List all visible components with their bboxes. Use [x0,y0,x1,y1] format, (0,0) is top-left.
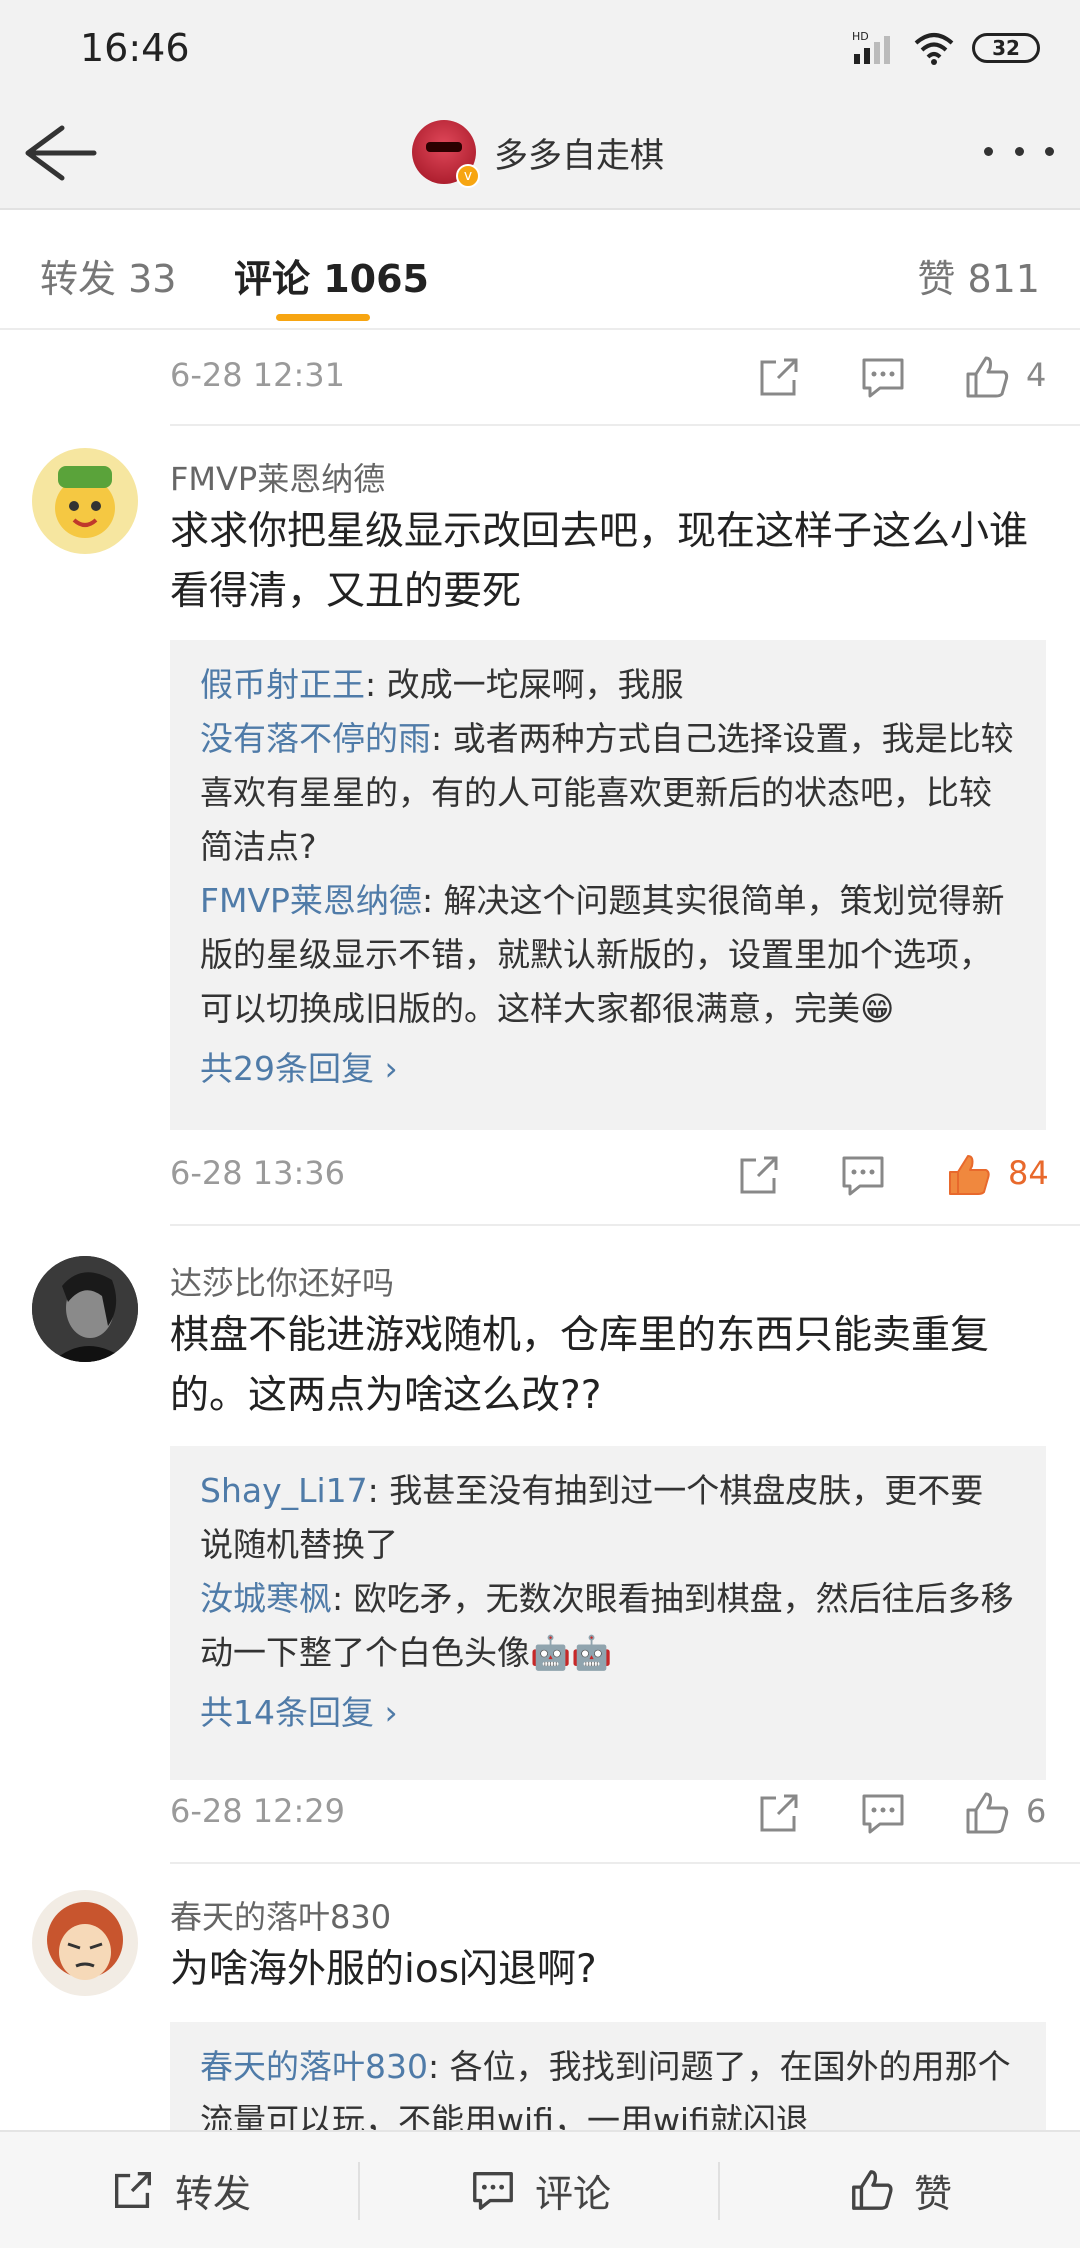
user-avatar[interactable] [32,1890,138,1996]
comment-date: 6-28 12:31 [170,356,346,394]
user-avatar[interactable] [32,1256,138,1362]
reply-item: 假币射正王: 改成一坨屎啊，我服 [200,658,1016,712]
reply-thread[interactable]: 春天的落叶830: 各位，我找到问题了，在国外的用那个流量可以玩，不能用wifi… [170,2022,1046,2130]
reply-thread[interactable]: 假币射正王: 改成一坨屎啊，我服 没有落不停的雨: 或者两种方式自己选择设置，我… [170,640,1046,1130]
status-bar: 16:46 HD 32 [0,0,1080,96]
reply-icon[interactable] [858,1788,908,1838]
comment-meta: 6-28 12:31 4 [0,332,1080,424]
repost-icon [114,2172,151,2208]
comment-label: 评论 [534,2171,611,2216]
comment-list[interactable]: 6-28 12:31 4 FMVP莱恩纳德 求求你把星级显示改回去吧，现在这样子… [0,332,1080,2130]
tab-bar: 转发 33 评论 1065 赞 811 [0,210,1080,330]
active-tab-indicator [276,314,370,321]
comment-text: 求求你把星级显示改回去吧，现在这样子这么小谁看得清，又丑的要死 [170,509,1029,614]
view-more-replies-link[interactable]: 共14条回复 › [200,1686,1016,1740]
reply-icon[interactable] [838,1150,888,1200]
repost-label: 转发 [174,2171,251,2216]
back-arrow-icon[interactable] [22,118,98,188]
reply-item: Shay_Li17: 我甚至没有抽到过一个棋盘皮肤，更不要说随机替换了 [200,1464,1016,1572]
status-time: 16:46 [80,26,190,70]
reply-thread[interactable]: Shay_Li17: 我甚至没有抽到过一个棋盘皮肤，更不要说随机替换了 汝城寒枫… [170,1446,1046,1780]
more-options-icon[interactable] [984,136,1054,166]
repost-button[interactable]: 转发 [0,2132,360,2248]
comment-meta: 6-28 12:29 6 [0,1768,1080,1860]
reply-item: FMVP莱恩纳德: 解决这个问题其实很简单，策划觉得新版的星级显示不错，就默认新… [200,874,1016,1036]
thumbs-up-icon [852,2170,893,2210]
status-icons: HD 32 [852,28,1040,68]
reply-text: : 改成一坨屎啊，我服 [365,665,684,704]
svg-text:HD: HD [852,30,869,43]
comment-meta: 6-28 13:36 84 [0,1130,1080,1222]
reply-username[interactable]: FMVP莱恩纳德 [200,881,422,920]
top-nav: v 多多自走棋 [0,96,1080,210]
tab-repost[interactable]: 转发 33 [40,248,176,303]
account-avatar[interactable]: v [412,120,480,188]
tab-comment[interactable]: 评论 1065 [234,248,429,303]
share-icon[interactable] [754,1788,804,1838]
reply-username[interactable]: 假币射正王 [200,665,365,704]
verified-badge-icon: v [456,164,480,188]
signal-icon: HD [852,30,890,64]
comment-username[interactable]: FMVP莱恩纳德 [170,454,385,500]
comment-button[interactable]: 评论 [360,2132,720,2248]
divider [170,1862,1080,1864]
like-count: 84 [1008,1154,1049,1192]
reply-item: 春天的落叶830: 各位，我找到问题了，在国外的用那个流量可以玩，不能用wifi… [200,2040,1016,2130]
share-icon[interactable] [734,1150,784,1200]
account-name[interactable]: 多多自走棋 [494,128,664,177]
user-avatar[interactable] [32,448,138,554]
divider [170,1224,1080,1226]
reply-username[interactable]: 没有落不停的雨 [200,719,431,758]
divider [170,424,1080,426]
like-count: 6 [1026,1792,1047,1830]
like-icon-active[interactable] [944,1150,994,1200]
comment-icon [473,2172,513,2210]
like-button[interactable]: 赞 [720,2132,1080,2248]
like-icon[interactable] [962,1788,1012,1838]
reply-username[interactable]: 春天的落叶830 [200,2047,428,2086]
like-count: 4 [1026,356,1047,394]
like-label: 赞 [913,2171,952,2216]
comment-date: 6-28 13:36 [170,1154,346,1192]
account-header[interactable]: v 多多自走棋 [412,116,664,188]
reply-item: 没有落不停的雨: 或者两种方式自己选择设置，我是比较喜欢有星星的，有的人可能喜欢… [200,712,1016,874]
reply-username[interactable]: 汝城寒枫 [200,1579,332,1618]
reply-item: 汝城寒枫: 欧吃矛，无数次眼看抽到棋盘，然后往后多移动一下整了个白色头像🤖🤖 [200,1572,1016,1680]
comment-date: 6-28 12:29 [170,1792,346,1830]
share-icon[interactable] [754,352,804,402]
like-icon[interactable] [962,352,1012,402]
comment-text: 为啥海外服的ios闪退啊? [170,1947,597,1992]
view-more-replies-link[interactable]: 共29条回复 › [200,1042,1016,1096]
reply-username[interactable]: Shay_Li17 [200,1471,368,1510]
bottom-action-bar: 转发 评论 赞 [0,2130,1080,2248]
comment-username[interactable]: 达莎比你还好吗 [170,1258,394,1304]
wifi-icon [914,33,954,65]
comment-text: 棋盘不能进游戏随机，仓库里的东西只能卖重复的。这两点为啥这么改?? [170,1313,990,1418]
reply-icon[interactable] [858,352,908,402]
tab-likes[interactable]: 赞 811 [917,248,1040,303]
battery-indicator: 32 [972,33,1040,63]
comment-username[interactable]: 春天的落叶830 [170,1892,391,1938]
